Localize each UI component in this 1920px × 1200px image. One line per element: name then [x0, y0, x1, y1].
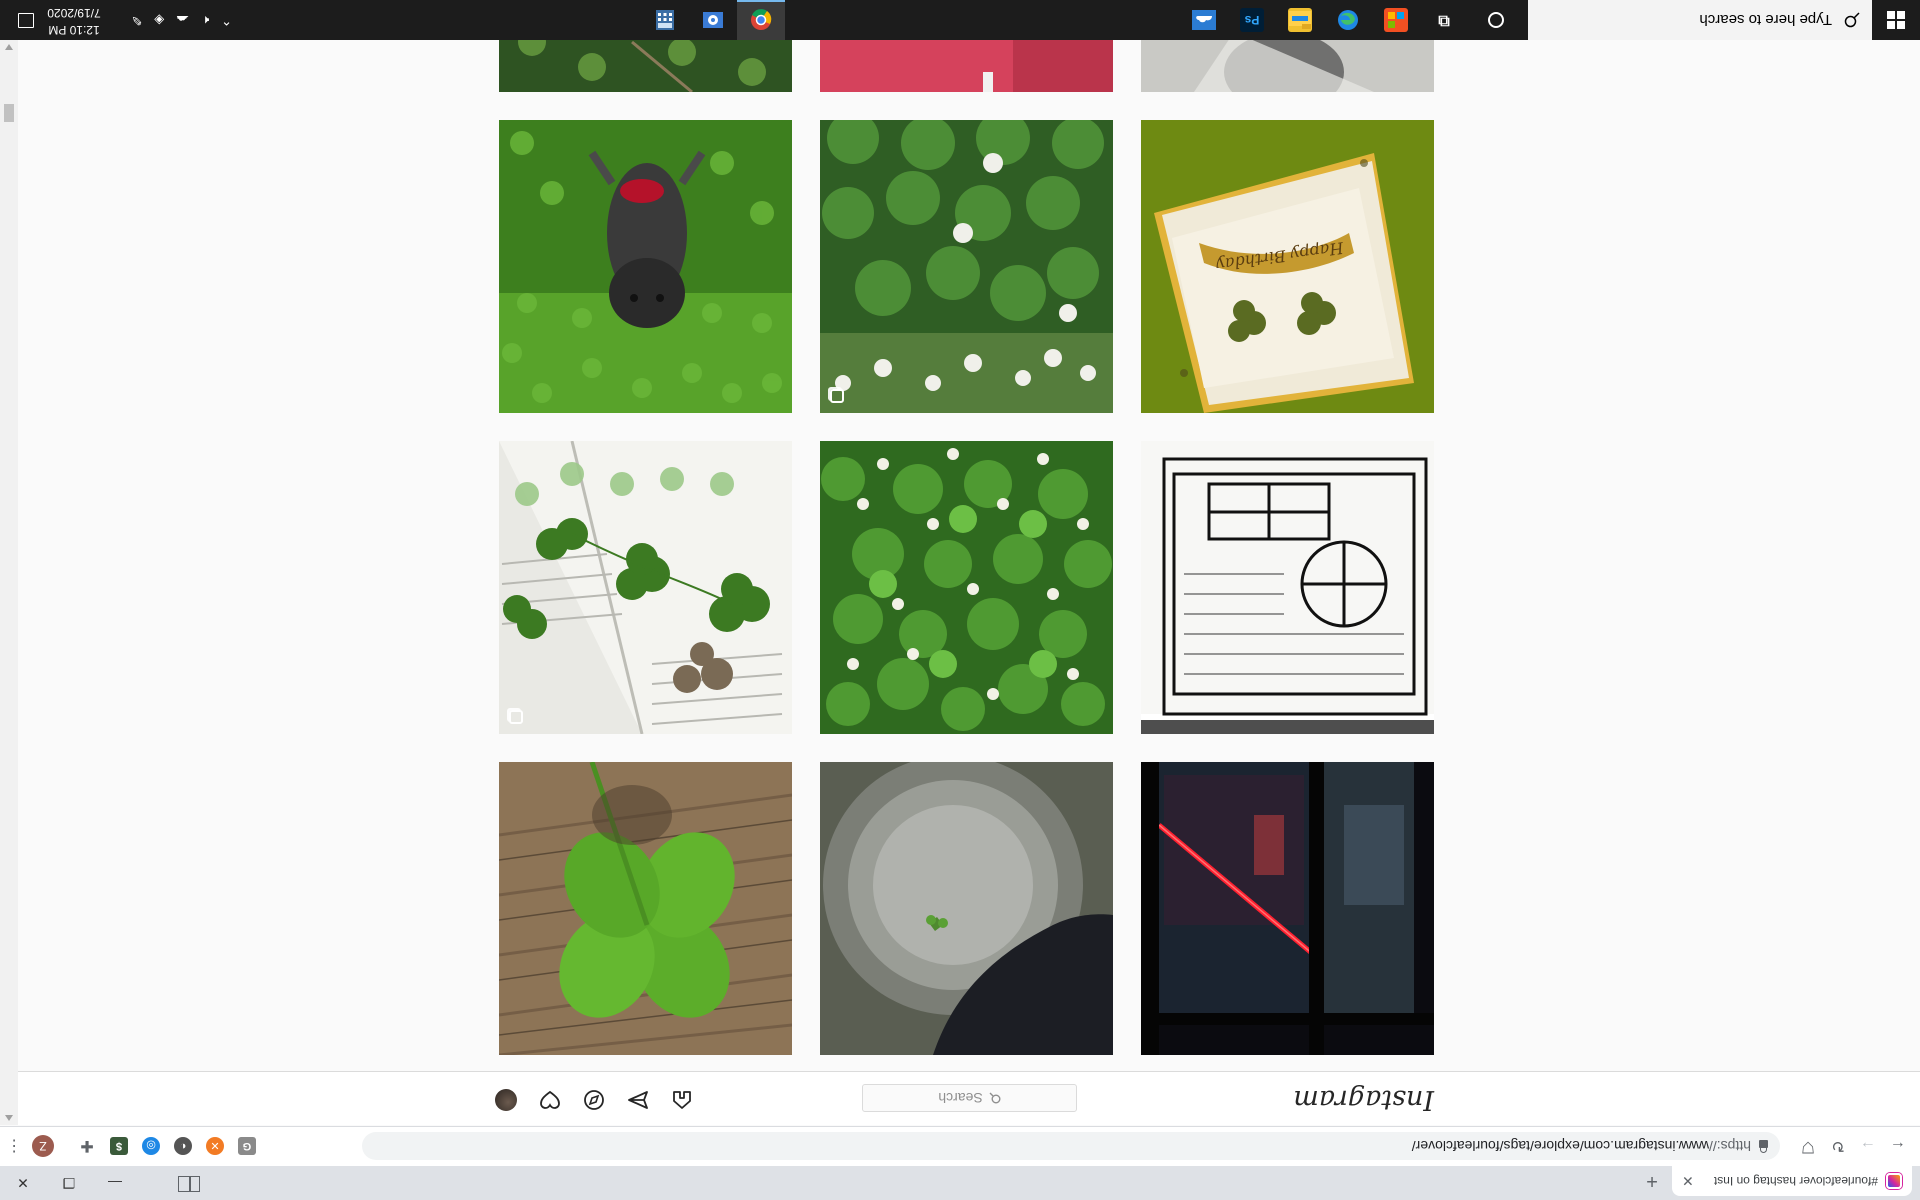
- chrome-icon[interactable]: [749, 8, 773, 32]
- calculator-icon[interactable]: [653, 8, 677, 32]
- post-grid-3[interactable]: [499, 762, 792, 1055]
- browser-tab-strip: #fourleafclover hashtag on Inst ✕ + — ❐ …: [0, 1166, 1920, 1200]
- extensions-puzzle-icon[interactable]: ✚: [78, 1137, 96, 1155]
- explore-icon[interactable]: [583, 1089, 605, 1111]
- instagram-logo[interactable]: Instagram: [1293, 1084, 1434, 1115]
- post-grid-10[interactable]: [1141, 40, 1434, 92]
- scroll-thumb[interactable]: [4, 104, 14, 122]
- new-tab-button[interactable]: +: [1638, 1167, 1666, 1195]
- search-icon: [1844, 12, 1860, 28]
- instagram-nav: [495, 1089, 693, 1111]
- volume-icon[interactable]: 🔈︎: [201, 12, 209, 28]
- reload-icon[interactable]: ↻: [1826, 1134, 1850, 1158]
- lock-icon: [1759, 1140, 1768, 1148]
- url-text: www.instagram.com/explore/tags/fourleafc…: [1411, 1138, 1709, 1154]
- onedrive-tray-icon[interactable]: ☁︎: [176, 12, 189, 28]
- taskbar-clock[interactable]: 12:10 PM 7/19/2020: [40, 4, 108, 38]
- page-viewport: Instagram Search Happy Birthday: [18, 40, 1920, 1125]
- page-scrollbar[interactable]: [0, 40, 18, 1125]
- search-input[interactable]: Search: [862, 1084, 1077, 1112]
- tab-search-icon[interactable]: [178, 1176, 200, 1192]
- post-grid-1[interactable]: [1141, 762, 1434, 1055]
- system-tray: ⌃ 🔈︎ ☁︎ ◈ ✎: [131, 0, 232, 40]
- profile-avatar[interactable]: Z: [32, 1135, 54, 1157]
- direct-icon[interactable]: [627, 1089, 649, 1111]
- post-grid-11[interactable]: [820, 40, 1113, 92]
- browser-toolbar: ← → ↻ ⛉ https://www.instagram.com/explor…: [0, 1126, 1920, 1166]
- cortana-icon[interactable]: [1488, 12, 1504, 28]
- extension-circle-icon[interactable]: ◐: [174, 1137, 192, 1155]
- profile-avatar-icon[interactable]: [495, 1089, 517, 1111]
- post-grid-4[interactable]: [1141, 441, 1434, 734]
- back-icon[interactable]: ←: [1886, 1134, 1910, 1158]
- clock-date: 7/19/2020: [47, 6, 101, 20]
- scroll-up-arrow-icon[interactable]: [5, 1115, 13, 1121]
- activity-heart-icon[interactable]: [539, 1089, 561, 1111]
- pen-icon[interactable]: ✎: [131, 12, 142, 28]
- minimize-button[interactable]: —: [92, 1166, 138, 1200]
- taskbar-search-placeholder: Type here to search: [1699, 11, 1832, 29]
- extension-x-icon[interactable]: ✕: [206, 1137, 224, 1155]
- post-grid-8[interactable]: [820, 120, 1113, 413]
- file-explorer-icon[interactable]: [1288, 8, 1312, 32]
- clock-time: 12:10 PM: [48, 23, 100, 37]
- screen: #fourleafclover hashtag on Inst ✕ + — ❐ …: [0, 0, 1920, 1200]
- onedrive-icon[interactable]: [1192, 8, 1216, 32]
- post-grid-6[interactable]: [499, 441, 792, 734]
- tab-close-icon[interactable]: ✕: [1682, 1173, 1694, 1190]
- post-grid-7[interactable]: Happy Birthday: [1141, 120, 1434, 413]
- tab-title: #fourleafclover hashtag on Inst: [1713, 1174, 1878, 1188]
- browser-menu-icon[interactable]: ⋮: [4, 1136, 24, 1156]
- post-grid-9[interactable]: [499, 120, 792, 413]
- control-panel-icon[interactable]: [701, 8, 725, 32]
- browser-tab-active[interactable]: #fourleafclover hashtag on Inst ✕: [1672, 1166, 1912, 1196]
- extension-g-icon[interactable]: G: [238, 1137, 256, 1155]
- restore-button[interactable]: ❐: [46, 1166, 92, 1200]
- search-icon: [989, 1092, 1001, 1104]
- home-icon[interactable]: [671, 1089, 693, 1111]
- url-scheme: https://: [1708, 1138, 1751, 1154]
- dropbox-icon[interactable]: ◈: [154, 12, 164, 28]
- chevron-up-icon[interactable]: ⌃: [221, 12, 232, 28]
- notification-center-icon[interactable]: [18, 13, 34, 28]
- post-grid-2[interactable]: [820, 762, 1113, 1055]
- instagram-favicon-icon: [1886, 1173, 1902, 1189]
- start-button[interactable]: [1872, 0, 1920, 40]
- extension-blue-icon[interactable]: ◎: [142, 1137, 160, 1155]
- address-bar[interactable]: https://www.instagram.com/explore/tags/f…: [362, 1132, 1780, 1160]
- taskbar-search[interactable]: Type here to search: [1528, 0, 1872, 40]
- carousel-icon: [509, 710, 523, 724]
- extension-dollar-icon[interactable]: $: [110, 1137, 128, 1155]
- windows-taskbar: Type here to search ⧉ Ps ⌃ 🔈︎ ☁︎ ◈ ✎ 12:…: [0, 0, 1920, 40]
- post-grid-5[interactable]: [820, 441, 1113, 734]
- photoshop-icon[interactable]: Ps: [1240, 8, 1264, 32]
- carousel-icon: [830, 389, 844, 403]
- edge-icon[interactable]: [1336, 8, 1360, 32]
- task-view-icon[interactable]: ⧉: [1432, 8, 1456, 32]
- forward-icon[interactable]: →: [1856, 1134, 1880, 1158]
- microsoft-store-icon[interactable]: [1384, 8, 1408, 32]
- post-grid-12[interactable]: [499, 40, 792, 92]
- instagram-header: Instagram Search: [18, 1071, 1920, 1125]
- close-window-button[interactable]: ✕: [0, 1166, 46, 1200]
- search-placeholder: Search: [938, 1090, 983, 1106]
- shield-extension-icon[interactable]: ⛉: [1796, 1134, 1820, 1158]
- scroll-down-arrow-icon[interactable]: [5, 44, 13, 50]
